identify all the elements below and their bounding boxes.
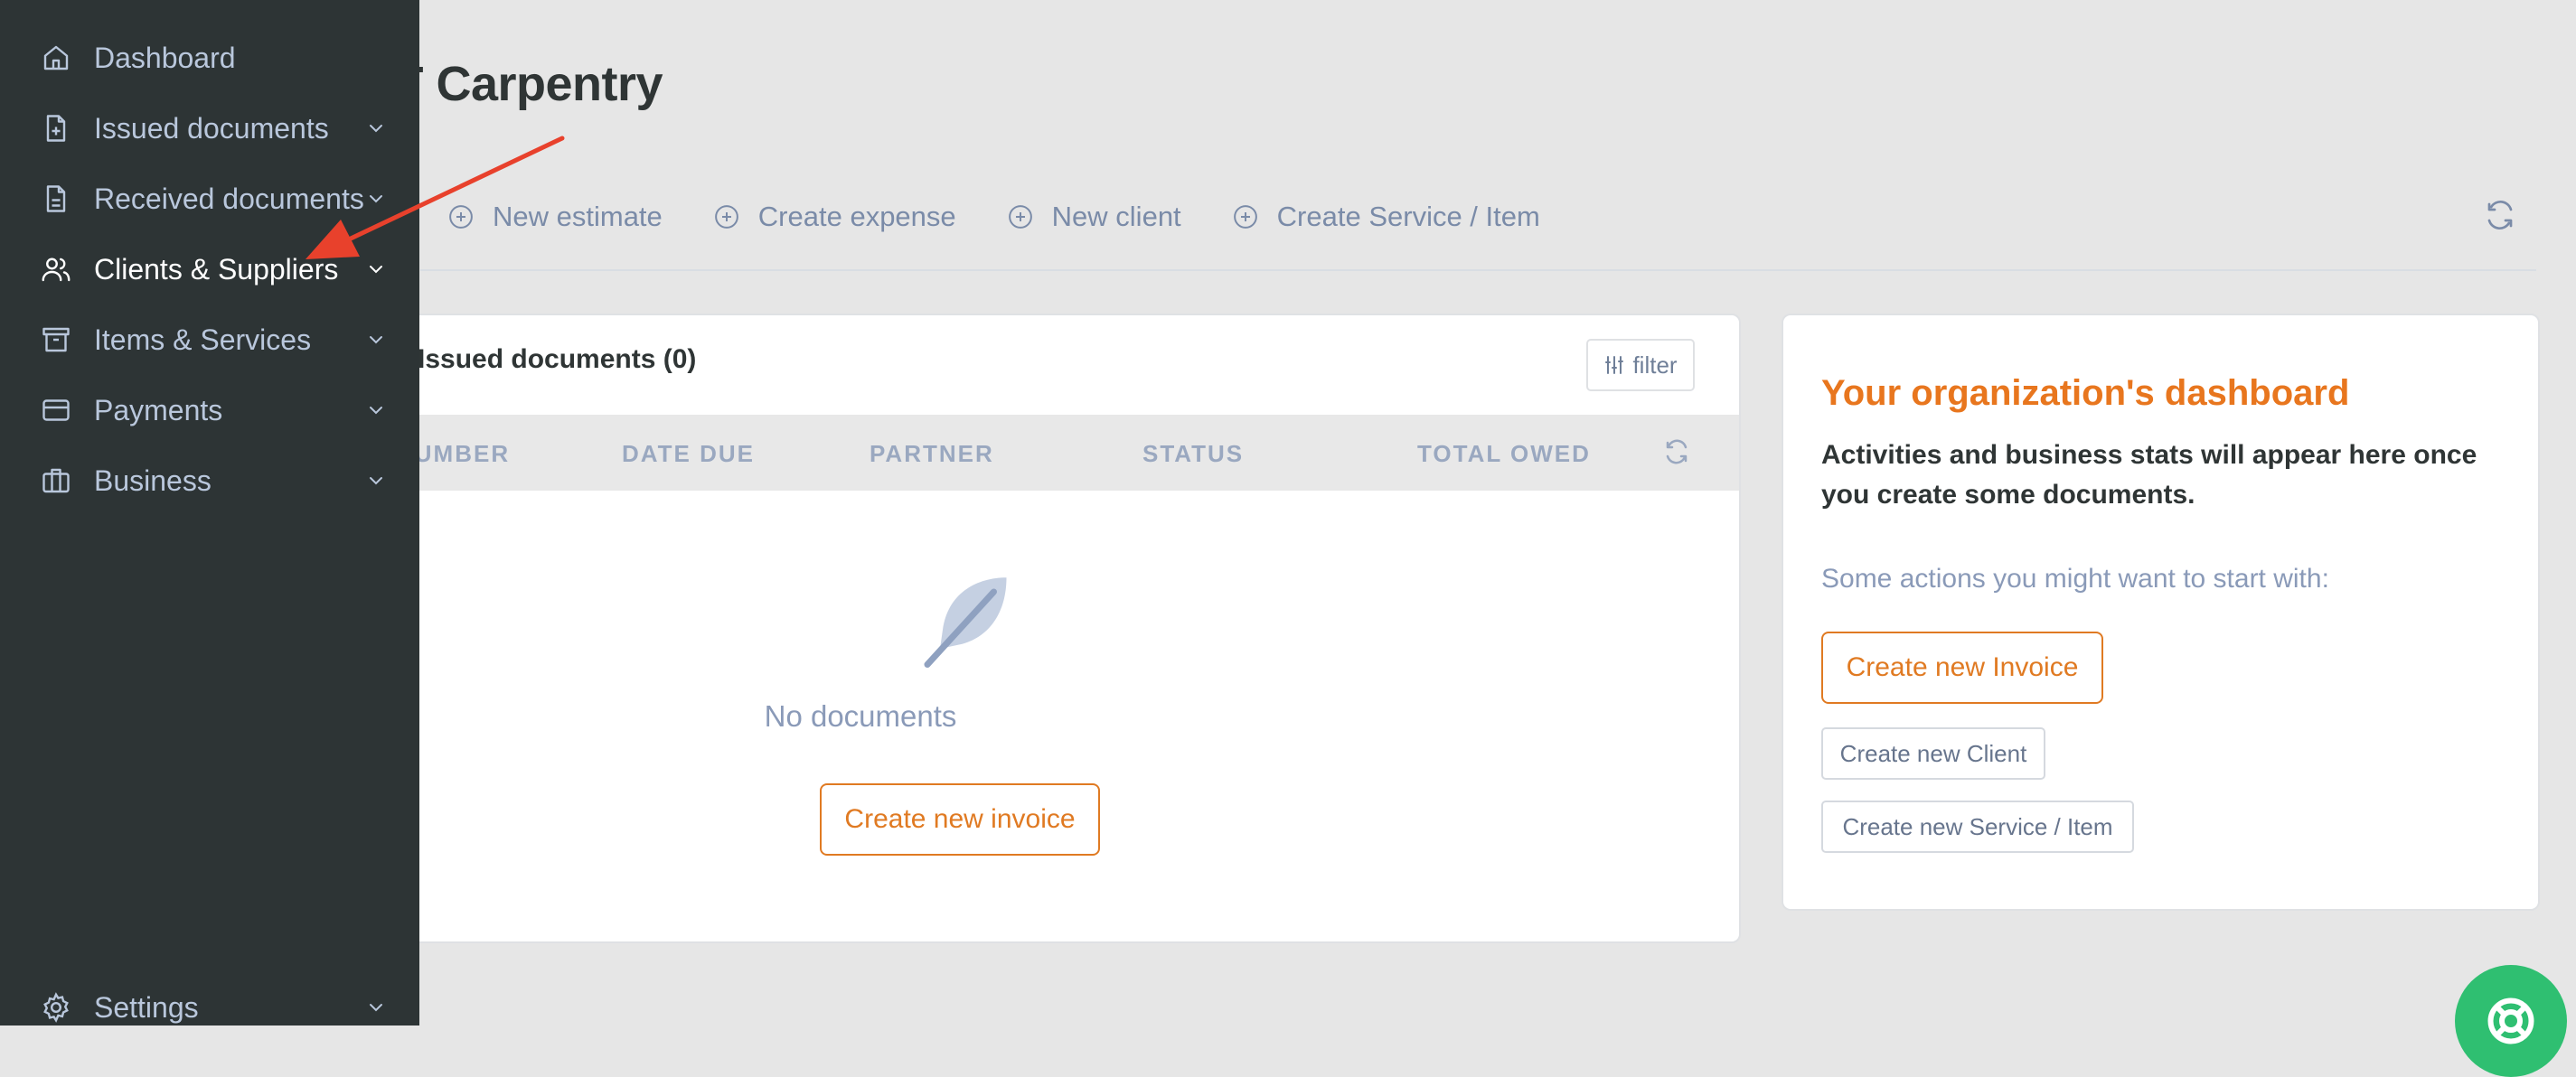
feather-icon	[924, 577, 1007, 668]
plus-circle-icon	[714, 205, 738, 229]
refresh-icon[interactable]	[2484, 199, 2516, 231]
sidebar-item-payments[interactable]: Payments	[0, 379, 419, 442]
create-expense-button[interactable]: Create expense	[713, 201, 956, 233]
column-date-due[interactable]: DATE DUE	[622, 440, 755, 468]
archive-box-icon	[42, 327, 70, 352]
sidebar-item-items-services[interactable]: Items & Services	[0, 308, 419, 371]
gear-icon	[43, 992, 69, 1023]
chevron-down-icon	[370, 407, 382, 415]
help-button[interactable]	[2455, 965, 2567, 1077]
lifebuoy-icon	[2487, 997, 2534, 1044]
plus-circle-icon	[1008, 205, 1032, 229]
new-client-label: New client	[1051, 201, 1181, 232]
filter-label: filter	[1632, 351, 1678, 379]
create-service-item-button[interactable]: Create Service / Item	[1232, 201, 1540, 233]
sidebar-item-label: Dashboard	[94, 41, 236, 74]
credit-card-icon	[42, 399, 70, 421]
sidebar-item-label: Clients & Suppliers	[94, 252, 339, 286]
documents-table-header: NUMBER DATE DUE PARTNER STATUS TOTAL OWE…	[396, 415, 1739, 491]
new-estimate-button[interactable]: New estimate	[447, 201, 663, 233]
sidebar-item-dashboard[interactable]: Dashboard	[0, 26, 419, 89]
sidebar-item-received-documents[interactable]: Received documents	[0, 167, 419, 230]
create-new-invoice-action-button[interactable]: Create new Invoice	[1821, 632, 2103, 704]
documents-card: Issued documents (0) filter NUMBER DATE …	[396, 314, 1741, 943]
chevron-down-icon	[370, 125, 382, 133]
sidebar-item-label: Issued documents	[94, 111, 329, 145]
column-status[interactable]: STATUS	[1142, 440, 1244, 468]
sidebar-item-label: Received documents	[94, 182, 364, 215]
briefcase-icon	[42, 468, 70, 493]
chevron-down-icon	[370, 477, 382, 485]
documents-title: Issued documents (0)	[418, 344, 697, 374]
create-service-item-label: Create Service / Item	[1276, 201, 1540, 232]
sidebar-item-settings[interactable]: Settings	[0, 976, 419, 1039]
filter-button[interactable]: filter	[1586, 339, 1695, 391]
sidebar-item-label: Settings	[94, 990, 199, 1024]
document-plus-icon	[46, 115, 66, 142]
chevron-down-icon	[370, 1004, 382, 1012]
sidebar-item-label: Business	[94, 464, 212, 497]
document-icon	[46, 185, 66, 212]
sidebar-item-business[interactable]: Business	[0, 449, 419, 512]
home-icon	[43, 45, 69, 70]
org-dashboard-hint: Some actions you might want to start wit…	[1821, 564, 2329, 594]
column-total-owed[interactable]: TOTAL OWED	[1417, 440, 1591, 468]
chevron-down-icon	[370, 266, 382, 274]
column-partner[interactable]: PARTNER	[870, 440, 994, 468]
sidebar-item-label: Items & Services	[94, 323, 312, 356]
sliders-icon	[1605, 356, 1624, 374]
sidebar-item-label: Payments	[94, 393, 223, 426]
plus-circle-icon	[449, 205, 473, 229]
plus-circle-icon	[1233, 205, 1257, 229]
chevron-down-icon	[370, 336, 382, 344]
toolbar-divider	[420, 269, 2536, 271]
org-dashboard-title: Your organization's dashboard	[1821, 373, 2350, 413]
sidebar: Dashboard Issued documents Received docu…	[0, 0, 419, 1025]
create-new-service-item-button[interactable]: Create new Service / Item	[1821, 801, 2134, 853]
quick-actions-toolbar: New estimate Create expense New client C…	[447, 190, 1591, 244]
chevron-down-icon	[370, 195, 382, 203]
create-new-client-button[interactable]: Create new Client	[1821, 727, 2045, 780]
refresh-icon[interactable]	[1663, 438, 1690, 465]
org-dashboard-description: Activities and business stats will appea…	[1821, 440, 2477, 510]
empty-state-text: No documents	[764, 699, 957, 733]
new-client-button[interactable]: New client	[1007, 201, 1181, 233]
new-estimate-label: New estimate	[493, 201, 663, 232]
create-new-invoice-button[interactable]: Create new invoice	[820, 783, 1100, 856]
create-expense-label: Create expense	[757, 201, 956, 232]
sidebar-item-issued-documents[interactable]: Issued documents	[0, 97, 419, 160]
sidebar-item-clients-suppliers[interactable]: Clients & Suppliers	[0, 238, 419, 301]
organization-dashboard-card: Your organization's dashboard Activities…	[1782, 314, 2540, 911]
users-icon	[42, 258, 71, 282]
